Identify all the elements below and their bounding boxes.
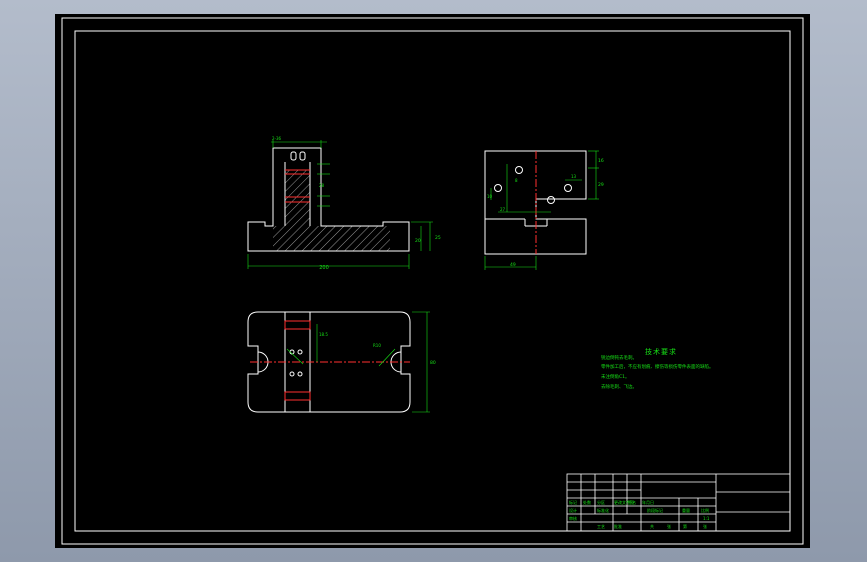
tb-weight: 重量 [682, 508, 690, 513]
tech-req-line-4: 去除毛刺、飞边。 [601, 385, 637, 390]
top-dim-r: R10 [373, 343, 381, 348]
tb-standard: 标准化 [597, 508, 609, 513]
inner-frame [74, 30, 791, 532]
tb-stage: 阶段标记 [647, 508, 663, 513]
tech-req-line-3: 未注倒角C1。 [601, 375, 630, 380]
outer-frame [61, 17, 804, 545]
tb-no: 第 [683, 524, 687, 529]
tb-count: 处数 [583, 500, 591, 505]
tb-ratio: 1:1 [703, 516, 710, 521]
tb-zone: 分区 [597, 500, 605, 505]
tb-mark: 标记 [569, 500, 577, 505]
side-view [484, 150, 587, 255]
tb-sign: 签名 [628, 500, 636, 505]
section-hatch-base [273, 226, 390, 251]
dim-height-right: 25 [435, 235, 441, 241]
top-dim-left: 18.5 [319, 332, 328, 337]
tech-req-line-1: 锐边倒钝去毛刺。 [601, 356, 637, 361]
tb-approve: 批准 [614, 524, 622, 529]
tech-req-title: 技术要求 [645, 348, 677, 356]
tb-review: 审核 [569, 516, 577, 521]
tb-scale: 比例 [701, 508, 709, 513]
dim-top: 2-36 [272, 136, 282, 141]
top-dim-height: 80 [430, 360, 436, 366]
tb-design: 设计 [569, 508, 577, 513]
tb-sheet: 张 [703, 524, 707, 529]
dim-slot: 28 [319, 183, 325, 188]
tb-total: 共 [650, 524, 654, 529]
section-hatch-riser [285, 170, 310, 226]
tech-req-line-2: 零件加工后，不应有划痕、擦伤等损伤零件表面的缺陷。 [601, 365, 714, 370]
dim-height-left: 20 [415, 238, 421, 244]
side-dim-8: 8 [515, 178, 518, 183]
side-dim-27: 27 [500, 207, 506, 212]
side-dim-bottom: 49 [510, 262, 516, 268]
drawing-sheet: 200 25 20 2-36 28 49 16 29 10 13 27 8 80… [55, 14, 810, 548]
tb-craft: 工艺 [597, 524, 605, 529]
cad-drawing: 200 25 20 2-36 28 49 16 29 10 13 27 8 80… [61, 17, 804, 545]
side-dim-inner: 13 [571, 174, 577, 179]
side-dim-left: 10 [487, 194, 493, 199]
tb-date: 年月日 [642, 500, 654, 505]
dim-width: 200 [319, 265, 329, 271]
top-view [247, 311, 411, 413]
side-dim-right-1: 16 [598, 158, 604, 164]
side-dim-right-2: 29 [598, 182, 604, 188]
tb-sheets: 张 [667, 524, 671, 529]
front-view [247, 147, 410, 252]
